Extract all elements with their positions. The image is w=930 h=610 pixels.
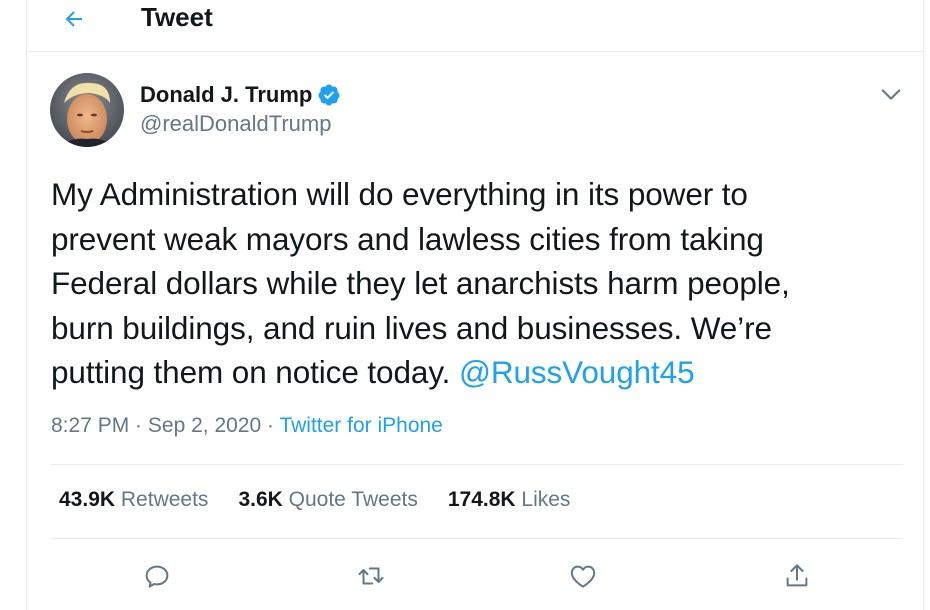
header-bar: Tweet <box>27 0 923 52</box>
retweets-count: 43.9K <box>59 488 116 511</box>
tweet-text-segment: putting them on notice today. <box>51 354 459 390</box>
more-options-button[interactable] <box>877 80 905 108</box>
divider <box>51 538 903 539</box>
share-button[interactable] <box>779 558 815 594</box>
quote-tweets-label: Quote Tweets <box>288 488 418 511</box>
meta-separator: · <box>261 414 280 437</box>
tweet-page: Tweet Donald J. Trump @realDonaldTrump M… <box>26 0 924 610</box>
tweet-time[interactable]: 8:27 PM <box>51 414 129 437</box>
tweet-text: My Administration will do everything in … <box>51 172 901 395</box>
likes-stat[interactable]: 174.8K Likes <box>448 488 571 512</box>
like-button[interactable] <box>565 558 601 594</box>
verified-badge-icon <box>318 84 340 106</box>
tweet-text-line: prevent weak mayors and lawless cities f… <box>51 220 764 257</box>
mention-link[interactable]: @RussVought45 <box>459 354 695 390</box>
author-name: Donald J. Trump <box>140 82 313 107</box>
quote-tweets-stat[interactable]: 3.6K Quote Tweets <box>238 488 417 512</box>
tweet-source-link[interactable]: Twitter for iPhone <box>279 414 442 437</box>
tweet-meta: 8:27 PM · Sep 2, 2020 · Twitter for iPho… <box>51 414 443 438</box>
divider <box>51 464 903 465</box>
retweet-button[interactable] <box>353 558 389 594</box>
tweet-text-line: putting them on notice today. @RussVough… <box>51 350 901 395</box>
tweet-stats: 43.9K Retweets 3.6K Quote Tweets 174.8K … <box>59 488 600 512</box>
quote-tweets-count: 3.6K <box>238 488 283 511</box>
author-handle[interactable]: @realDonaldTrump <box>140 111 331 137</box>
reply-icon <box>145 565 169 588</box>
share-icon <box>786 564 808 587</box>
page-title: Tweet <box>141 2 213 32</box>
retweets-stat[interactable]: 43.9K Retweets <box>59 488 208 512</box>
back-arrow-icon <box>65 11 82 27</box>
tweet-text-line: burn buildings, and ruin lives and busin… <box>51 309 772 346</box>
likes-label: Likes <box>521 488 571 511</box>
avatar-image <box>50 73 124 147</box>
avatar[interactable] <box>50 73 124 147</box>
retweet-icon <box>358 567 384 585</box>
tweet-text-line: Federal dollars while they let anarchist… <box>51 265 790 301</box>
meta-separator: · <box>129 414 148 437</box>
tweet-date[interactable]: Sep 2, 2020 <box>148 414 261 437</box>
action-bar <box>27 558 923 598</box>
chevron-down-icon <box>881 89 901 100</box>
author-name-row[interactable]: Donald J. Trump <box>140 82 341 108</box>
like-icon <box>570 565 596 588</box>
back-button[interactable] <box>57 4 91 34</box>
reply-button[interactable] <box>139 558 175 594</box>
tweet-text-line: My Administration will do everything in … <box>51 176 748 212</box>
likes-count: 174.8K <box>447 488 516 511</box>
retweets-label: Retweets <box>120 488 209 511</box>
